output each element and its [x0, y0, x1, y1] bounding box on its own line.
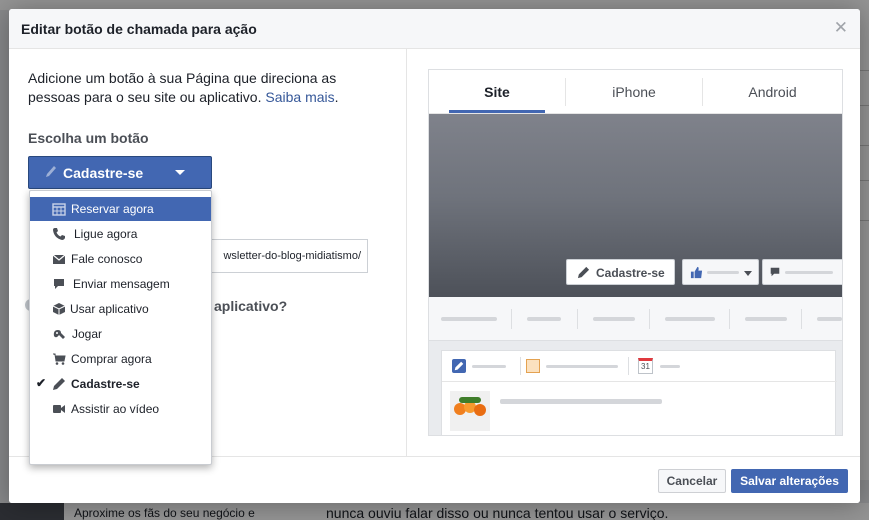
menu-item-label: Enviar mensagem — [73, 277, 170, 291]
pencil-icon — [53, 378, 65, 390]
chevron-down-icon — [175, 170, 185, 175]
menu-item-enviar-mensagem[interactable]: Enviar mensagem — [30, 272, 211, 296]
menu-item-label: Reservar agora — [71, 202, 154, 216]
preview-panel: Site iPhone Android Cadastre-se 31 — [428, 69, 843, 436]
phone-icon — [53, 228, 65, 240]
cta-preview-button: Cadastre-se — [566, 259, 675, 285]
menu-item-label: Comprar agora — [71, 352, 152, 366]
website-url-value: wsletter-do-blog-midiatismo/ — [223, 250, 361, 262]
menu-item-label: Cadastre-se — [71, 377, 140, 391]
page-preview-body: 31 — [429, 297, 842, 435]
menu-item-label: Fale conosco — [71, 252, 143, 266]
message-button-placeholder — [762, 259, 842, 285]
calendar-icon: 31 — [638, 358, 653, 374]
edit-cta-dialog: Editar botão de chamada para ação ✕ Adic… — [9, 9, 860, 503]
composer-placeholder: 31 — [441, 350, 837, 435]
dialog-body: Adicione um botão à sua Página que direc… — [9, 49, 860, 465]
dialog-header: Editar botão de chamada para ação ✕ — [9, 9, 860, 49]
calendar-icon — [52, 203, 66, 216]
thumbs-up-icon — [690, 266, 703, 279]
envelope-icon — [52, 254, 66, 264]
cart-icon — [53, 353, 66, 365]
cancel-button[interactable]: Cancelar — [658, 469, 726, 493]
close-icon[interactable]: ✕ — [834, 19, 848, 37]
page-nav-placeholder — [429, 297, 842, 341]
tab-site[interactable]: Site — [449, 70, 545, 114]
app-question-label: aplicativo? — [214, 298, 288, 314]
gamepad-icon — [53, 330, 65, 339]
menu-item-label: Ligue agora — [74, 227, 138, 241]
dialog-description: Adicione um botão à sua Página que direc… — [28, 70, 339, 105]
menu-item-label: Assistir ao vídeo — [71, 402, 160, 416]
cover-photo-preview: Cadastre-se — [429, 114, 842, 297]
pencil-icon — [577, 266, 590, 279]
platform-tabs: Site iPhone Android — [429, 70, 842, 114]
photo-icon — [526, 359, 540, 373]
menu-item-ligue-agora[interactable]: Ligue agora — [30, 222, 211, 246]
menu-item-comprar-agora[interactable]: Comprar agora — [30, 347, 211, 371]
menu-item-cadastre-se[interactable]: ✔ Cadastre-se — [30, 372, 211, 396]
menu-item-fale-conosco[interactable]: Fale conosco — [30, 247, 211, 271]
checkmark-icon: ✔ — [36, 376, 47, 390]
menu-item-usar-aplicativo[interactable]: Usar aplicativo — [30, 297, 211, 321]
chat-bubble-icon — [770, 267, 780, 277]
settings-panel: Adicione um botão à sua Página que direc… — [9, 49, 407, 465]
menu-item-label: Jogar — [72, 327, 103, 341]
cta-preview-label: Cadastre-se — [596, 266, 665, 280]
like-button-placeholder — [682, 259, 759, 285]
cube-icon — [52, 303, 66, 315]
menu-item-assistir-ao-video[interactable]: Assistir ao vídeo — [30, 397, 211, 421]
dropdown-selected-label: Cadastre-se — [63, 165, 144, 181]
button-type-menu: Reservar agora Ligue agora Fale conosco … — [29, 190, 212, 465]
menu-item-label: Usar aplicativo — [70, 302, 149, 316]
choose-button-label: Escolha um botão — [28, 130, 149, 146]
video-camera-icon — [53, 405, 65, 413]
pencil-icon — [46, 166, 56, 177]
pencil-icon — [452, 359, 466, 373]
tab-iphone[interactable]: iPhone — [566, 70, 702, 114]
button-type-dropdown[interactable]: Cadastre-se — [28, 156, 212, 189]
avatar — [450, 391, 490, 431]
chat-bubble-icon — [54, 279, 64, 289]
tab-android[interactable]: Android — [703, 70, 842, 114]
menu-item-jogar[interactable]: Jogar — [30, 322, 211, 346]
learn-more-link[interactable]: Saiba mais — [265, 89, 334, 105]
save-changes-button[interactable]: Salvar alterações — [731, 469, 848, 493]
chevron-down-icon — [744, 271, 752, 276]
dialog-title: Editar botão de chamada para ação — [21, 21, 257, 37]
menu-item-reservar-agora[interactable]: Reservar agora — [30, 197, 211, 221]
active-tab-indicator — [449, 110, 545, 113]
